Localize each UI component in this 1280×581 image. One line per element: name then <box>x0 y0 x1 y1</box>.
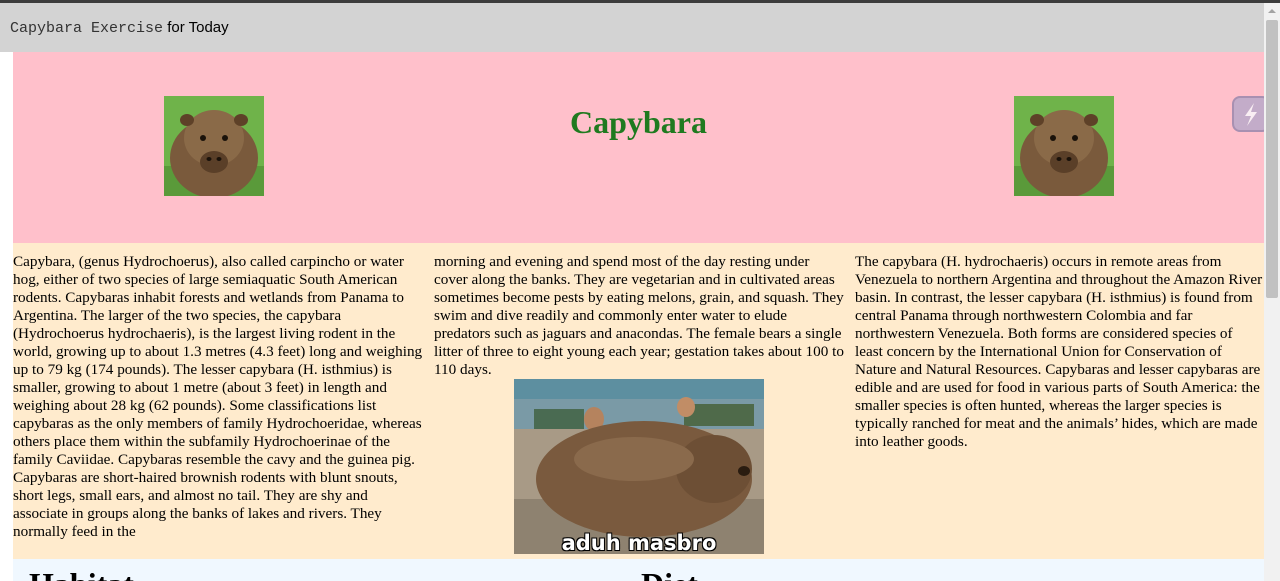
text-column-2: morning and evening and spend most of th… <box>434 253 844 378</box>
meme-caption: aduh masbro <box>561 531 717 554</box>
habitat-heading: Habitat <box>29 566 134 581</box>
text-column-1: Capybara, (genus Hydrochoerus), also cal… <box>13 253 423 540</box>
page-heading-code: Capybara Exercise <box>10 20 164 37</box>
page-heading: Capybara Exercise for Today <box>10 19 229 37</box>
lightning-icon <box>1245 103 1257 126</box>
content-section: Capybara, (genus Hydrochoerus), also cal… <box>13 243 1264 559</box>
text-column-3: The capybara (H. hydrochaeris) occurs in… <box>855 253 1263 450</box>
chevron-up-icon <box>1268 9 1276 13</box>
left-gutter <box>0 52 13 581</box>
scrollbar-thumb[interactable] <box>1266 20 1278 298</box>
header-banner: Capybara <box>13 52 1264 243</box>
capybara-image-right <box>1014 96 1114 196</box>
vertical-scrollbar[interactable] <box>1264 3 1280 581</box>
top-bar: Capybara Exercise for Today <box>0 3 1264 52</box>
page-heading-rest: for Today <box>163 19 229 36</box>
diet-heading: Diet <box>641 566 698 581</box>
scroll-up-button[interactable] <box>1264 3 1280 19</box>
bottom-section: Habitat Diet <box>13 559 1264 581</box>
capybara-meme-image: aduh masbro <box>514 379 764 554</box>
